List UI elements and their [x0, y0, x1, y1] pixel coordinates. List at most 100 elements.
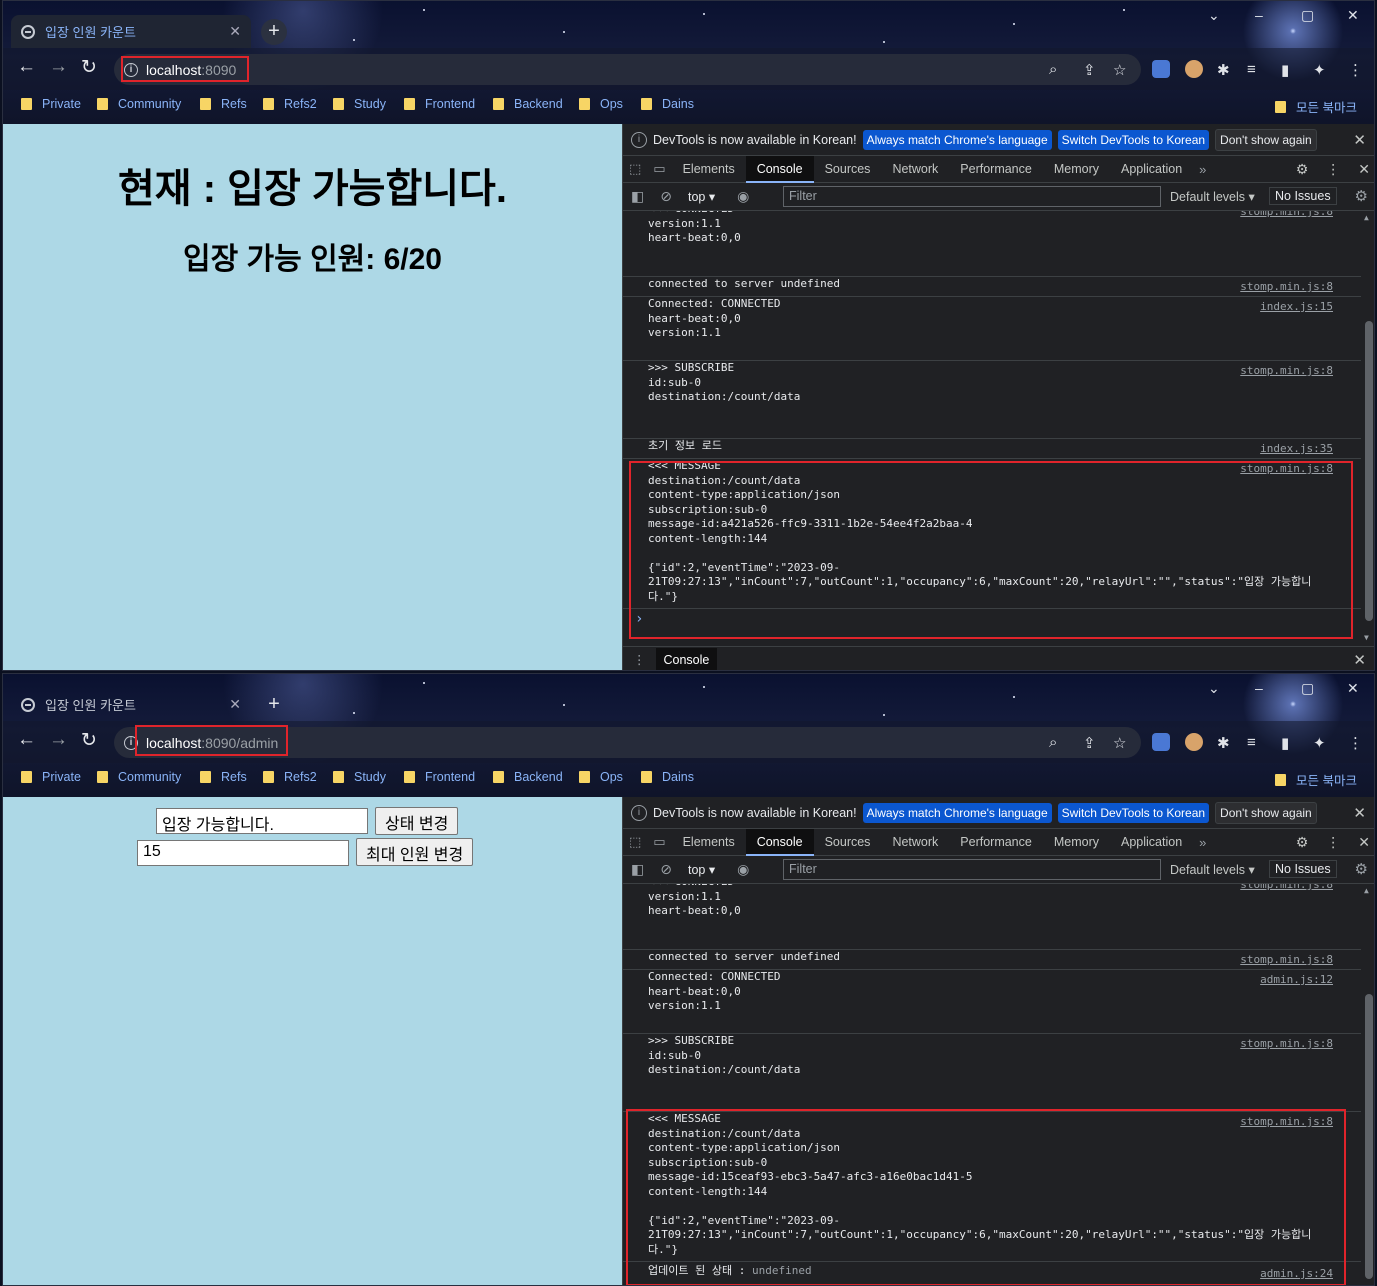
- always-match-language-button[interactable]: Always match Chrome's language: [862, 802, 1052, 823]
- inspect-element-icon[interactable]: ⬚: [623, 161, 647, 177]
- reload-icon[interactable]: ↻: [81, 729, 97, 752]
- tab-performance[interactable]: Performance: [949, 156, 1043, 183]
- share-icon[interactable]: ⇪: [1083, 61, 1096, 79]
- console-settings-icon[interactable]: ⚙: [1355, 187, 1368, 205]
- new-tab-button[interactable]: +: [261, 19, 287, 45]
- translate-extension-icon[interactable]: [1152, 733, 1170, 751]
- more-options-icon[interactable]: ⋮: [1326, 161, 1340, 178]
- change-max-count-button[interactable]: 최대 인원 변경: [356, 838, 474, 866]
- chevron-down-icon[interactable]: ⌄: [1208, 680, 1220, 697]
- settings-gear-icon[interactable]: ⚙: [1296, 834, 1309, 851]
- console-scrollbar[interactable]: ▲ ▼: [1362, 211, 1374, 644]
- forward-arrow-icon[interactable]: →: [49, 729, 68, 751]
- more-tabs-icon[interactable]: »: [1193, 162, 1212, 177]
- source-link[interactable]: index.js:15: [1260, 300, 1333, 313]
- close-devtools-icon[interactable]: ✕: [1358, 834, 1370, 851]
- more-tabs-icon[interactable]: »: [1193, 835, 1212, 850]
- maximize-button[interactable]: ▢: [1301, 680, 1314, 697]
- tab-console[interactable]: Console: [745, 828, 814, 856]
- tab-application[interactable]: Application: [1110, 829, 1193, 856]
- source-link[interactable]: stomp.min.js:8: [1240, 1115, 1333, 1128]
- eye-icon[interactable]: ◉: [737, 188, 749, 205]
- close-devtools-icon[interactable]: ✕: [1358, 161, 1370, 178]
- close-window-button[interactable]: ✕: [1347, 680, 1359, 697]
- sidebar-toggle-icon[interactable]: ◧: [631, 861, 644, 878]
- bookmark-folder[interactable]: Backend: [493, 97, 563, 111]
- tab-network[interactable]: Network: [881, 829, 949, 856]
- bookmark-folder[interactable]: Community: [97, 770, 181, 784]
- clear-console-icon[interactable]: ⊘: [660, 188, 672, 205]
- always-match-language-button[interactable]: Always match Chrome's language: [862, 129, 1052, 150]
- browser-tab[interactable]: 입장 인원 카운트 ✕: [11, 688, 251, 721]
- bookmark-folder[interactable]: Dains: [641, 770, 694, 784]
- scroll-thumb[interactable]: [1365, 994, 1373, 1279]
- side-panel-icon[interactable]: ▮: [1281, 734, 1289, 752]
- menu-icon[interactable]: ⋮: [1348, 61, 1363, 79]
- source-link[interactable]: stomp.min.js:8: [1240, 462, 1333, 475]
- address-bar[interactable]: i localhost:8090: [114, 54, 1141, 85]
- max-count-input[interactable]: 15: [137, 840, 349, 866]
- filter-input[interactable]: Filter: [783, 859, 1161, 880]
- tab-console[interactable]: Console: [745, 155, 814, 183]
- inspect-element-icon[interactable]: ⬚: [623, 834, 647, 850]
- log-levels-select[interactable]: Default levels ▾: [1170, 189, 1255, 204]
- log-levels-select[interactable]: Default levels ▾: [1170, 862, 1255, 877]
- profile-extension-icon[interactable]: [1185, 733, 1203, 751]
- scroll-thumb[interactable]: [1365, 321, 1373, 621]
- dont-show-again-button[interactable]: Don't show again: [1215, 128, 1317, 151]
- profile-extension-icon[interactable]: [1185, 60, 1203, 78]
- bookmark-folder[interactable]: Frontend: [404, 770, 475, 784]
- switch-to-korean-button[interactable]: Switch DevTools to Korean: [1057, 129, 1210, 150]
- close-icon[interactable]: ✕: [1353, 131, 1366, 149]
- source-link[interactable]: stomp.min.js:8: [1240, 953, 1333, 966]
- zoom-icon[interactable]: ⌕: [1049, 61, 1057, 78]
- device-toolbar-icon[interactable]: ▭: [647, 161, 671, 177]
- bookmark-folder[interactable]: Study: [333, 770, 386, 784]
- tab-sources[interactable]: Sources: [814, 829, 882, 856]
- dont-show-again-button[interactable]: Don't show again: [1215, 801, 1317, 824]
- close-drawer-icon[interactable]: ✕: [1353, 651, 1366, 669]
- context-select[interactable]: top ▾: [688, 862, 715, 877]
- change-status-button[interactable]: 상태 변경: [375, 807, 459, 835]
- scroll-up-icon[interactable]: ▲: [1364, 886, 1369, 895]
- close-icon[interactable]: ✕: [1353, 804, 1366, 822]
- bookmark-folder[interactable]: Community: [97, 97, 181, 111]
- bookmark-folder[interactable]: Study: [333, 97, 386, 111]
- console-scrollbar[interactable]: ▲: [1362, 884, 1374, 1285]
- share-icon[interactable]: ⇪: [1083, 734, 1096, 752]
- bookmark-folder[interactable]: Backend: [493, 770, 563, 784]
- reading-list-icon[interactable]: ≡: [1247, 61, 1256, 78]
- bookmark-folder[interactable]: Ops: [579, 97, 623, 111]
- device-toolbar-icon[interactable]: ▭: [647, 834, 671, 850]
- bookmark-folder[interactable]: Refs: [200, 770, 247, 784]
- tab-memory[interactable]: Memory: [1043, 829, 1110, 856]
- clear-console-icon[interactable]: ⊘: [660, 861, 672, 878]
- scroll-up-icon[interactable]: ▲: [1364, 213, 1369, 222]
- issues-button[interactable]: No Issues: [1269, 187, 1337, 205]
- context-select[interactable]: top ▾: [688, 189, 715, 204]
- tab-elements[interactable]: Elements: [672, 829, 746, 856]
- tab-network[interactable]: Network: [881, 156, 949, 183]
- new-tab-button[interactable]: +: [261, 692, 287, 718]
- bookmark-folder[interactable]: Private: [21, 97, 81, 111]
- settings-gear-icon[interactable]: ⚙: [1296, 161, 1309, 178]
- issues-button[interactable]: No Issues: [1269, 860, 1337, 878]
- source-link[interactable]: stomp.min.js:8: [1240, 1037, 1333, 1050]
- source-link[interactable]: index.js:35: [1260, 442, 1333, 455]
- eye-icon[interactable]: ◉: [737, 861, 749, 878]
- address-bar[interactable]: i localhost:8090/admin: [114, 727, 1141, 758]
- console-settings-icon[interactable]: ⚙: [1355, 860, 1368, 878]
- bookmark-star-icon[interactable]: ☆: [1113, 61, 1126, 79]
- tab-sources[interactable]: Sources: [814, 156, 882, 183]
- browser-tab[interactable]: 입장 인원 카운트 ✕: [11, 15, 251, 48]
- minimize-button[interactable]: –: [1255, 7, 1263, 23]
- scroll-down-icon[interactable]: ▼: [1364, 633, 1369, 642]
- switch-to-korean-button[interactable]: Switch DevTools to Korean: [1057, 802, 1210, 823]
- profile-icon[interactable]: ✦: [1313, 734, 1326, 752]
- translate-extension-icon[interactable]: [1152, 60, 1170, 78]
- bookmark-star-icon[interactable]: ☆: [1113, 734, 1126, 752]
- bookmark-folder[interactable]: Private: [21, 770, 81, 784]
- source-link[interactable]: stomp.min.js:8: [1240, 211, 1333, 218]
- source-link[interactable]: admin.js:12: [1260, 973, 1333, 986]
- maximize-button[interactable]: ▢: [1301, 7, 1314, 24]
